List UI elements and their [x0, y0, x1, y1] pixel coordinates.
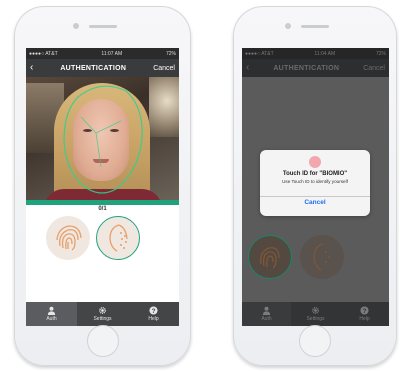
tab-auth-label: Auth [46, 316, 57, 322]
face-scan-icon [109, 224, 128, 252]
fingerprint-method-button[interactable] [46, 216, 90, 260]
nav-bar: ‹ AUTHENTICATION Cancel [26, 59, 179, 77]
page-title: AUTHENTICATION [60, 64, 127, 72]
tab-help[interactable]: ? Help [128, 302, 179, 326]
face-contour-overlay [63, 85, 143, 194]
cancel-button[interactable]: Cancel [153, 65, 175, 72]
home-button[interactable] [299, 325, 331, 357]
front-camera [72, 23, 79, 29]
tab-auth[interactable]: Auth [26, 302, 77, 326]
tab-settings-label: Settings [306, 316, 325, 322]
camera-preview [26, 77, 179, 200]
tab-settings[interactable]: Settings [77, 302, 128, 326]
progress-counter: 0/1 [98, 206, 107, 212]
tab-settings-label: Settings [93, 316, 112, 322]
svg-text:?: ? [152, 308, 156, 315]
battery-label: 72% [375, 50, 386, 57]
front-camera [285, 23, 291, 29]
alert-title: Touch ID for "BIOMIO" [282, 171, 348, 177]
face-method-button[interactable] [96, 216, 140, 260]
help-icon: ? [149, 306, 158, 315]
tab-auth[interactable]: Auth [242, 302, 291, 326]
nav-bar: ‹ AUTHENTICATION Cancel [242, 59, 389, 77]
face-progress-bar [26, 200, 179, 205]
status-bar: ●●●●○ AT&T 11:07 AM 72% [26, 48, 179, 59]
cancel-button[interactable]: Cancel [363, 65, 385, 72]
tab-bar: Auth Settings ? Help [242, 302, 389, 326]
home-button[interactable] [86, 325, 119, 357]
chevron-left-icon[interactable]: ‹ [246, 63, 249, 73]
tab-settings[interactable]: Settings [291, 302, 340, 326]
touch-id-alert: Touch ID for "BIOMIO" Use Touch ID to id… [260, 150, 370, 216]
alert-divider [260, 196, 370, 197]
gear-icon [312, 307, 319, 314]
left-phone: ●●●●○ AT&T 11:07 AM 72% ‹ AUTHENTICATION… [14, 6, 191, 366]
carrier-label: ●●●●○ AT&T [29, 50, 58, 57]
gear-icon [99, 307, 106, 314]
help-icon: ? [360, 306, 369, 315]
left-screen: ●●●●○ AT&T 11:07 AM 72% ‹ AUTHENTICATION… [26, 48, 179, 326]
fingerprint-icon [56, 225, 82, 251]
right-phone: ●●●●○ AT&T 11:04 AM 72% ‹ AUTHENTICATION… [233, 6, 397, 366]
touch-id-icon [309, 156, 321, 168]
battery-label: 72% [165, 50, 176, 57]
right-screen: ●●●●○ AT&T 11:04 AM 72% ‹ AUTHENTICATION… [242, 48, 389, 326]
earpiece-speaker [88, 25, 117, 28]
chevron-left-icon[interactable]: ‹ [30, 63, 33, 73]
tab-help[interactable]: ? Help [340, 302, 389, 326]
earpiece-speaker [301, 25, 329, 28]
alert-cancel-button[interactable]: Cancel [260, 199, 370, 206]
tab-bar: Auth Settings ? Help [26, 302, 179, 326]
carrier-label: ●●●●○ AT&T [245, 50, 274, 57]
user-icon [262, 306, 271, 315]
user-icon [47, 306, 56, 315]
tab-auth-label: Auth [261, 316, 272, 322]
alert-subtitle: Use Touch ID to identify yourself [282, 179, 348, 184]
status-bar: ●●●●○ AT&T 11:04 AM 72% [242, 48, 389, 59]
time-label: 11:04 AM [314, 50, 336, 57]
svg-text:?: ? [363, 308, 367, 315]
page-title: AUTHENTICATION [273, 64, 340, 72]
time-label: 11:07 AM [101, 50, 123, 57]
tab-help-label: Help [359, 316, 370, 322]
tab-help-label: Help [148, 316, 159, 322]
